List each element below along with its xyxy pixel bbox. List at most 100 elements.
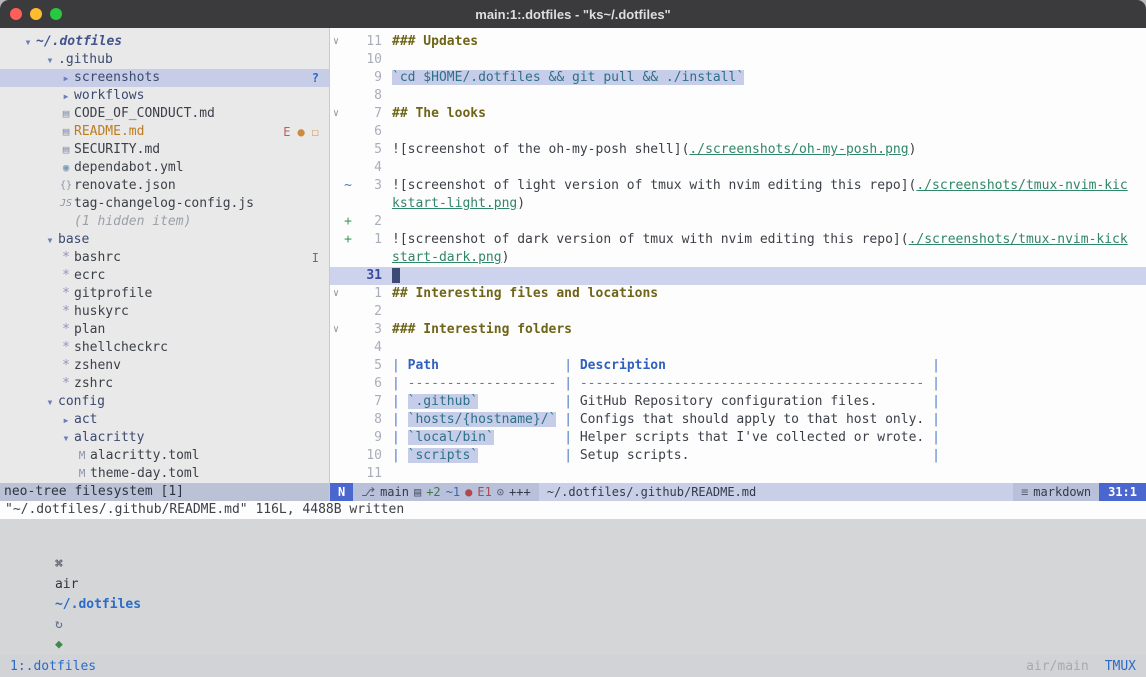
editor-wrap-line[interactable]: start-dark.png) bbox=[330, 249, 1146, 267]
text-segment: | bbox=[392, 448, 408, 463]
line-number: 8 bbox=[354, 411, 382, 429]
line-number: 1 bbox=[354, 231, 382, 249]
editor-line[interactable]: 7| `.github` | GitHub Repository configu… bbox=[330, 393, 1146, 411]
tree-item-readme-md[interactable]: ▤README.mdE●☐ bbox=[0, 123, 329, 141]
tree-item-label: alacritty.toml bbox=[90, 447, 200, 465]
git-sign bbox=[342, 267, 354, 285]
fold-marker-icon bbox=[330, 177, 342, 195]
editor-line[interactable]: 10 bbox=[330, 51, 1146, 69]
editor-line[interactable]: ∨ 3### Interesting folders bbox=[330, 321, 1146, 339]
tree-item-label: README.md bbox=[74, 123, 144, 141]
text-segment: | bbox=[392, 394, 408, 409]
editor-line[interactable]: 4 bbox=[330, 339, 1146, 357]
tree-item-screenshots[interactable]: ▸screenshots? bbox=[0, 69, 329, 87]
fold-marker-icon bbox=[330, 123, 342, 141]
tmux-session-name: air/main bbox=[1026, 659, 1089, 674]
tree-item-badges: E●☐ bbox=[283, 123, 319, 141]
editor-line[interactable]: 6| ------------------- | ---------------… bbox=[330, 375, 1146, 393]
fold-marker-icon bbox=[330, 213, 342, 231]
editor-buffer[interactable]: ∨ 11### Updates 10 9`cd $HOME/.dotfiles … bbox=[330, 28, 1146, 483]
tree-item-zshrc[interactable]: *zshrc bbox=[0, 375, 329, 393]
tree-item-code-of-conduct-md[interactable]: ▤CODE_OF_CONDUCT.md bbox=[0, 105, 329, 123]
tree-item-gitprofile[interactable]: *gitprofile bbox=[0, 285, 329, 303]
text-segment: `cd $HOME/.dotfiles && git pull && ./ins… bbox=[392, 70, 744, 85]
diagnostic-error-icon: ● bbox=[465, 483, 472, 501]
tree-item-dotfiles[interactable]: ▾~/.dotfiles bbox=[0, 33, 329, 51]
editor-line[interactable]: 9| `local/bin` | Helper scripts that I'v… bbox=[330, 429, 1146, 447]
tree-item-label: CODE_OF_CONDUCT.md bbox=[74, 105, 215, 123]
git-branch-name: main bbox=[380, 483, 409, 501]
tree-item-base[interactable]: ▾base bbox=[0, 231, 329, 249]
shell-pane[interactable]: ⌘ air ~/.dotfiles ↻ ◆ 20.15.0 → bbox=[0, 519, 1146, 655]
editor-line[interactable]: 11 bbox=[330, 465, 1146, 483]
expanded-icon: ▾ bbox=[20, 33, 36, 51]
filetype-label: markdown bbox=[1033, 483, 1091, 501]
editor-line[interactable]: +1![screenshot of dark version of tmux w… bbox=[330, 231, 1146, 249]
git-sign bbox=[342, 123, 354, 141]
tree-item-config[interactable]: ▾config bbox=[0, 393, 329, 411]
editor-wrap-line[interactable]: kstart-light.png) bbox=[330, 195, 1146, 213]
tree-badge-sq: ☐ bbox=[312, 123, 319, 141]
editor-line[interactable]: 6 bbox=[330, 123, 1146, 141]
text-segment: ----------------------------------------… bbox=[580, 376, 924, 391]
tmux-window-item[interactable]: 1:.dotfiles bbox=[10, 659, 96, 674]
editor-cursor-line[interactable]: 31 bbox=[330, 267, 1146, 285]
editor-line[interactable]: 4 bbox=[330, 159, 1146, 177]
text-segment bbox=[439, 358, 564, 373]
tree-item-huskyrc[interactable]: *huskyrc bbox=[0, 303, 329, 321]
text-segment: Setup scripts. bbox=[580, 448, 932, 463]
tree-item-security-md[interactable]: ▤SECURITY.md bbox=[0, 141, 329, 159]
editor-line[interactable]: ~3![screenshot of light version of tmux … bbox=[330, 177, 1146, 195]
tree-item-github[interactable]: ▾.github bbox=[0, 51, 329, 69]
text-segment: ./screenshots/oh-my-posh.png bbox=[689, 142, 908, 157]
tree-item-renovate-json[interactable]: {}renovate.json bbox=[0, 177, 329, 195]
tree-item-act[interactable]: ▸act bbox=[0, 411, 329, 429]
tree-item-bashrc[interactable]: *bashrcI bbox=[0, 249, 329, 267]
git-sign bbox=[342, 393, 354, 411]
tree-item-label: (1 hidden item) bbox=[74, 213, 191, 231]
tree-item-alacritty[interactable]: ▾alacritty bbox=[0, 429, 329, 447]
node-icon: ◆ bbox=[55, 637, 63, 652]
text-segment: Description bbox=[580, 358, 666, 373]
minimize-button[interactable] bbox=[30, 8, 42, 20]
text-segment: | bbox=[932, 448, 940, 463]
editor-line[interactable]: 5![screenshot of the oh-my-posh shell](.… bbox=[330, 141, 1146, 159]
editor-line[interactable]: 8 bbox=[330, 87, 1146, 105]
expanded-icon: ▾ bbox=[58, 429, 74, 447]
git-sign bbox=[342, 195, 354, 213]
hunks-icon: ⊙ bbox=[497, 483, 504, 501]
editor-line[interactable]: ∨ 11### Updates bbox=[330, 33, 1146, 51]
statusline-filename: ~/.dotfiles/.github/README.md bbox=[539, 483, 1013, 501]
tree-item-shellcheckrc[interactable]: *shellcheckrc bbox=[0, 339, 329, 357]
tree-item-alacritty-toml[interactable]: Malacritty.toml bbox=[0, 447, 329, 465]
fold-marker-icon: ∨ bbox=[330, 321, 342, 339]
line-text: ### Interesting folders bbox=[392, 321, 1146, 339]
tree-item-zshenv[interactable]: *zshenv bbox=[0, 357, 329, 375]
line-number: 10 bbox=[354, 51, 382, 69]
tree-item-theme-day-toml[interactable]: Mtheme-day.toml bbox=[0, 465, 329, 483]
close-button[interactable] bbox=[10, 8, 22, 20]
expanded-icon: ▾ bbox=[42, 393, 58, 411]
nvim-region: ▾~/.dotfiles▾.github▸screenshots?▸workfl… bbox=[0, 28, 1146, 519]
tree-item-1-hidden-item[interactable]: (1 hidden item) bbox=[0, 213, 329, 231]
editor-line[interactable]: ∨ 7## The looks bbox=[330, 105, 1146, 123]
editor-line[interactable]: 8 | `hosts/{hostname}/` | Configs that sh… bbox=[330, 411, 1146, 429]
line-text: | `hosts/{hostname}/` | Configs that sho… bbox=[392, 411, 1146, 429]
tree-item-workflows[interactable]: ▸workflows bbox=[0, 87, 329, 105]
git-sign bbox=[342, 465, 354, 483]
fold-marker-icon bbox=[330, 195, 342, 213]
editor-line[interactable]: 2 bbox=[330, 303, 1146, 321]
fold-marker-icon bbox=[330, 429, 342, 447]
line-text bbox=[392, 159, 1146, 177]
tree-item-tag-changelog-config-js[interactable]: JStag-changelog-config.js bbox=[0, 195, 329, 213]
editor-line[interactable]: +2 bbox=[330, 213, 1146, 231]
text-segment: ) bbox=[502, 250, 510, 265]
tree-item-plan[interactable]: *plan bbox=[0, 321, 329, 339]
editor-line[interactable]: ∨ 1## Interesting files and locations bbox=[330, 285, 1146, 303]
tree-item-dependabot-yml[interactable]: ◉dependabot.yml bbox=[0, 159, 329, 177]
editor-line[interactable]: 5| Path | Description | bbox=[330, 357, 1146, 375]
editor-line[interactable]: 10| `scripts` | Setup scripts. | bbox=[330, 447, 1146, 465]
tree-item-ecrc[interactable]: *ecrc bbox=[0, 267, 329, 285]
fullscreen-button[interactable] bbox=[50, 8, 62, 20]
editor-line[interactable]: 9`cd $HOME/.dotfiles && git pull && ./in… bbox=[330, 69, 1146, 87]
